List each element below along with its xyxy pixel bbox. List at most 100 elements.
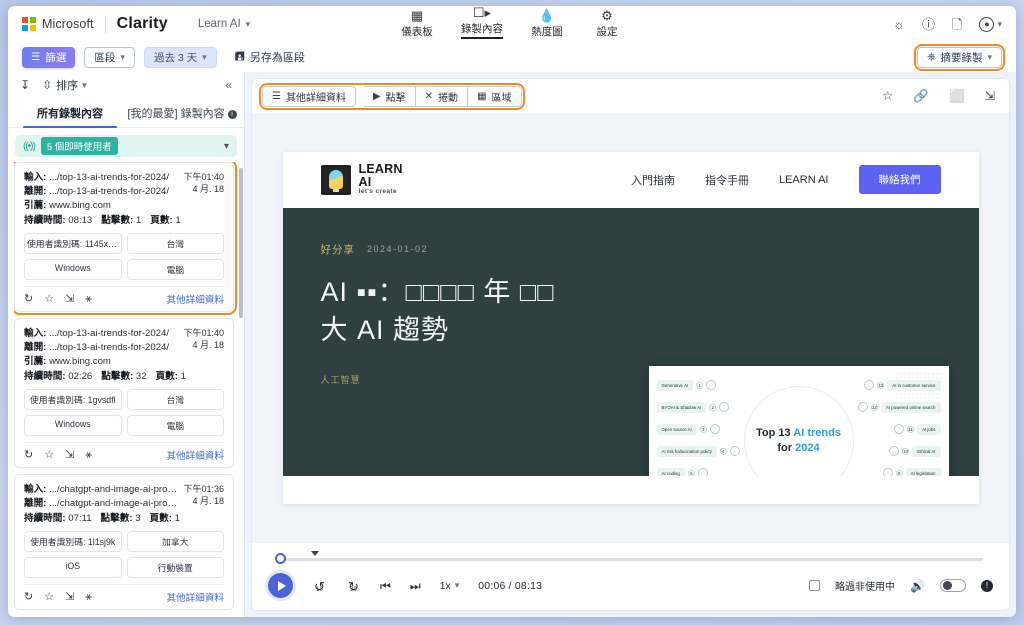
menu-item-prompt-manual[interactable]: 指令手冊 (705, 172, 749, 188)
nav-label-recordings: 錄製內容 (461, 21, 503, 39)
expand-icon[interactable]: ⬜ (949, 90, 965, 103)
volume-icon[interactable]: 🔊 (910, 579, 925, 593)
duration-value: 02:26 (68, 371, 92, 382)
more-details-link[interactable]: 其他詳細資料 (166, 292, 224, 306)
duration-value: 08:13 (68, 215, 92, 226)
more-details-link[interactable]: 其他詳細資料 (166, 590, 224, 604)
next-icon[interactable]: ⏭ (410, 580, 421, 592)
sort-dropdown[interactable]: ⇳ 排序 ▾ (42, 77, 87, 93)
infographic-item-number: 2 (709, 404, 716, 411)
share-network-icon[interactable]: ☼ (893, 18, 905, 31)
chip-user-id: 使用者識別碼: 1l1sj9k (24, 531, 122, 552)
share-icon[interactable]: ⇲ (65, 450, 74, 461)
share-icon[interactable]: ⇲ (65, 294, 74, 305)
star-icon[interactable]: ☆ (882, 90, 893, 103)
chip-os: iOS (24, 557, 122, 578)
live-users-banner[interactable]: ((•)) 5 個即時使用者 ▾ (15, 135, 237, 157)
document-icon[interactable]: 🗋 (952, 18, 962, 31)
link-icon[interactable]: 🔗 (913, 90, 929, 103)
player-container: ☰ 其他詳細資料 ▶ 點擊 ✕ 捲動 (251, 78, 1010, 611)
help-icon[interactable]: ⓘ (922, 18, 935, 31)
pages-label: 頁數: (150, 513, 172, 524)
replay-icon[interactable]: ↻ (24, 592, 33, 603)
hero-title-line-2: 大 AI 趨勢 (321, 311, 941, 349)
session-card[interactable]: 輸入: .../top-13-ai-trends-for-2024/ 離開: .… (14, 318, 234, 468)
timeline-track[interactable] (280, 558, 983, 561)
segment-dropdown[interactable]: 區段 ▾ (84, 47, 135, 68)
nav-item-heatmaps[interactable]: 💧 熱度圖 (527, 6, 567, 42)
infographic-right-item: AI jobs 11 (894, 424, 940, 435)
player-toolbar-buttons: ☰ 其他詳細資料 ▶ 點擊 ✕ 捲動 (262, 86, 522, 107)
download-icon[interactable]: ↧ (20, 78, 30, 92)
filter-toolbar: ☰ 篩選 區段 ▾ 過去 3 天 ▾ 🖪 另存為區段 ⎈ 摘要錄製 ▾ (8, 42, 1016, 72)
gear-icon: ⚙ (601, 8, 613, 23)
timeline-scrubber[interactable] (275, 553, 286, 564)
info-icon[interactable]: ! (981, 580, 993, 592)
collapse-left-icon[interactable]: « (225, 78, 232, 92)
skip-inactivity-label[interactable]: 略過非使用中 (835, 578, 895, 593)
details-icon: ☰ (272, 91, 281, 102)
nav-item-dashboard[interactable]: ▦ 儀表板 (397, 6, 437, 42)
click-filter-button[interactable]: ▶ 點擊 (364, 86, 416, 107)
playback-speed-dropdown[interactable]: 1x ▾ (440, 580, 460, 592)
person-icon[interactable]: ⚹ (85, 450, 92, 461)
chip-user-id: 使用者識別碼: 1gvsdfl (24, 389, 122, 410)
share-icon[interactable]: ⇲ (985, 90, 995, 103)
entry-url: .../chatgpt-and-image-ai-prompt/ (49, 484, 177, 495)
person-icon[interactable]: ⚹ (85, 592, 92, 603)
session-card[interactable]: 輸入: .../chatgpt-and-image-ai-prompt/ 離開:… (14, 474, 234, 610)
region-filter-button[interactable]: ▦ 區域 (468, 86, 521, 107)
scroll-filter-button[interactable]: ✕ 捲動 (416, 86, 468, 107)
menu-item-getting-started[interactable]: 入門指南 (631, 172, 675, 188)
microsoft-logo[interactable]: Microsoft (22, 17, 94, 31)
star-icon[interactable]: ☆ (44, 450, 54, 461)
filter-button[interactable]: ☰ 篩選 (22, 47, 75, 68)
session-list[interactable]: 輸入: .../top-13-ai-trends-for-2024/ 離開: .… (8, 162, 244, 617)
live-broadcast-icon: ((•)) (23, 141, 35, 152)
session-card[interactable]: 輸入: .../top-13-ai-trends-for-2024/ 離開: .… (14, 162, 234, 312)
duration-value: 07:11 (68, 513, 91, 524)
project-selector[interactable]: Learn AI ▾ (198, 18, 250, 30)
more-details-button[interactable]: ☰ 其他詳細資料 (262, 86, 356, 107)
rewind-10-button[interactable]: ↺ 10 (312, 578, 327, 593)
chevron-down-icon[interactable]: ▾ (224, 141, 229, 152)
menu-item-learn-ai[interactable]: LEARN AI (779, 174, 829, 186)
referrer-value: www.bing.com (49, 356, 111, 367)
entry-label: 輸入: (24, 172, 46, 183)
contact-us-button[interactable]: 聯絡我們 (859, 165, 941, 194)
summary-recording-button[interactable]: ⎈ 摘要錄製 ▾ (917, 47, 1002, 68)
account-menu[interactable]: ● ▾ (979, 17, 1002, 32)
tab-all-recordings[interactable]: 所有錄製內容 (14, 98, 126, 127)
person-icon[interactable]: ⚹ (85, 294, 92, 305)
filter-icon: ☰ (31, 51, 40, 63)
infographic-title-part2: for (777, 442, 792, 454)
skip-inactivity-checkbox[interactable] (809, 580, 820, 591)
tab-favorite-recordings[interactable]: [我的最愛] 錄製內容i (126, 98, 238, 127)
learn-ai-logo: LEARN AI let's create (321, 163, 403, 196)
timeline[interactable] (268, 551, 993, 567)
flame-icon: 💧 (539, 8, 555, 23)
save-as-segment-button[interactable]: 🖪 另存為區段 (226, 47, 314, 68)
star-icon[interactable]: ☆ (44, 592, 54, 603)
replay-icon[interactable]: ↻ (24, 450, 33, 461)
mute-toggle[interactable] (940, 579, 966, 592)
session-time: 下午01:36 (183, 483, 224, 495)
infographic-title-part1: Top 13 (756, 427, 791, 439)
session-list-scrollbar[interactable] (239, 168, 243, 318)
clicks-value: 32 (136, 371, 147, 382)
share-icon[interactable]: ⇲ (65, 592, 74, 603)
more-details-button-label: 其他詳細資料 (286, 89, 346, 104)
nav-item-settings[interactable]: ⚙ 設定 (587, 6, 627, 42)
chip-device: 電腦 (127, 259, 225, 280)
sparkle-icon: ⎈ (927, 51, 935, 64)
forward-30-button[interactable]: ↻ 30 (346, 578, 361, 593)
previous-icon[interactable]: ⏮ (380, 580, 391, 592)
play-button[interactable] (268, 573, 293, 598)
replay-icon[interactable]: ↻ (24, 294, 33, 305)
nav-item-recordings[interactable]: ☐▸ 錄製內容 (457, 6, 507, 42)
star-icon[interactable]: ☆ (44, 294, 54, 305)
referrer-value: www.bing.com (49, 200, 111, 211)
timeline-event-marker[interactable] (311, 551, 319, 556)
date-range-dropdown[interactable]: 過去 3 天 ▾ (144, 47, 217, 68)
more-details-link[interactable]: 其他詳細資料 (166, 448, 224, 462)
